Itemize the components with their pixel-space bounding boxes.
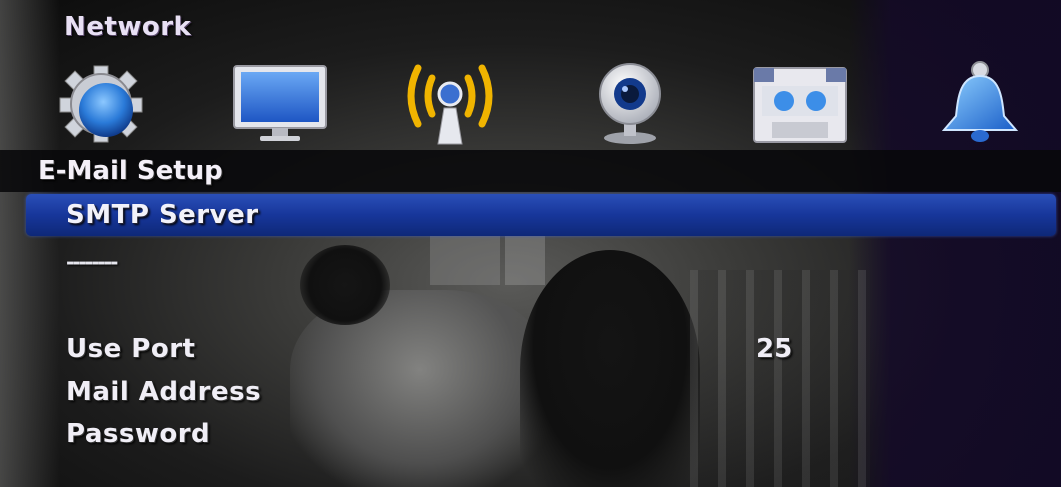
monitor-icon[interactable]: [230, 58, 330, 146]
recorder-icon[interactable]: [750, 58, 850, 146]
password-row[interactable]: Password: [66, 419, 966, 459]
camera-background-head: [300, 245, 390, 325]
gear-icon[interactable]: [50, 58, 150, 146]
password-label: Password: [66, 419, 211, 449]
smtp-server-row[interactable]: SMTP Server: [26, 194, 1056, 236]
webcam-icon[interactable]: [580, 58, 680, 146]
mail-address-row[interactable]: Mail Address: [66, 377, 966, 417]
bell-icon[interactable]: [930, 58, 1030, 146]
smtp-server-value[interactable]: --------: [66, 250, 118, 274]
use-port-value[interactable]: 25: [756, 334, 792, 364]
menu-title: Network: [64, 12, 192, 42]
use-port-label: Use Port: [66, 334, 196, 364]
category-icon-bar: [30, 58, 1040, 146]
mail-address-label: Mail Address: [66, 377, 262, 407]
dvr-screen: Network E-Mail Setup SMTP Server -------…: [0, 0, 1061, 487]
wireless-antenna-icon[interactable]: [400, 58, 500, 146]
section-header: E-Mail Setup: [0, 150, 1061, 192]
smtp-server-label: SMTP Server: [66, 200, 259, 230]
use-port-row[interactable]: Use Port 25: [66, 334, 966, 374]
section-title: E-Mail Setup: [38, 156, 223, 186]
